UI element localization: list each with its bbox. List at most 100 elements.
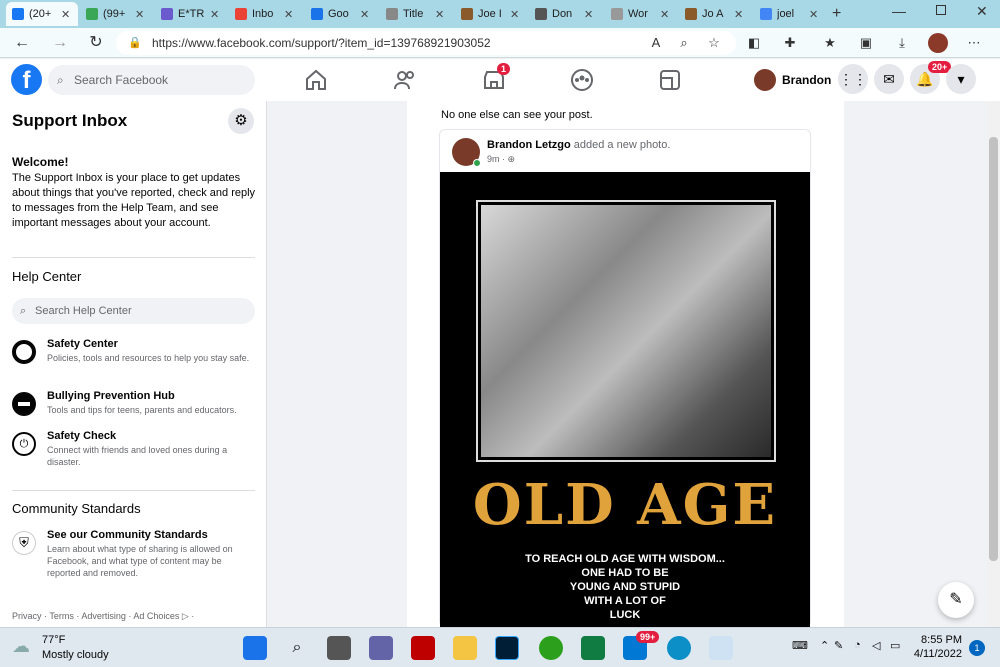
close-tab-icon[interactable]: ✕ — [135, 8, 144, 21]
refresh-icon[interactable]: ↻ — [86, 33, 106, 53]
close-tab-icon[interactable]: ✕ — [210, 8, 219, 21]
home-icon[interactable] — [304, 68, 328, 92]
tab-label: joel — [777, 8, 795, 20]
browser-tab[interactable]: Goo ✕ — [305, 2, 377, 26]
tab-favicon-icon — [461, 8, 473, 20]
chevron-up-icon[interactable]: ⌃ — [820, 639, 829, 652]
tab-favicon-icon — [685, 8, 697, 20]
browser-tab[interactable]: Wor ✕ — [605, 2, 677, 26]
browser-tab[interactable]: joel ✕ — [754, 2, 826, 26]
volume-icon[interactable]: ◁ — [872, 639, 880, 652]
profile-avatar[interactable] — [928, 33, 948, 53]
downloads-icon[interactable]: ⤓ — [894, 35, 910, 51]
forward-icon[interactable]: → — [50, 33, 70, 53]
close-tab-icon[interactable]: ✕ — [809, 8, 818, 21]
browser-tab[interactable]: (20+ ✕ — [6, 2, 78, 26]
weather-desc[interactable]: Mostly cloudy — [42, 649, 109, 661]
groups-icon[interactable] — [570, 68, 594, 92]
edge-icon[interactable] — [667, 636, 691, 660]
browser-tab[interactable]: Joe I ✕ — [455, 2, 527, 26]
favorite-icon[interactable]: ☆ — [706, 35, 722, 51]
sidebar-item-safety-check[interactable]: ⏻ Safety Check Connect with friends and … — [12, 430, 260, 470]
messenger-icon[interactable]: ✉ — [874, 64, 904, 94]
footer-links[interactable]: Privacy · Terms · Advertising · Ad Choic… — [12, 611, 194, 622]
clock-time[interactable]: 8:55 PM — [918, 634, 962, 646]
account-dropdown-icon[interactable]: ▾ — [946, 64, 976, 94]
excel-icon[interactable] — [581, 636, 605, 660]
close-tab-icon[interactable]: ✕ — [734, 8, 743, 21]
battery-icon[interactable]: ▭ — [890, 639, 900, 652]
restore-button[interactable] — [936, 5, 946, 15]
task-view-icon[interactable] — [327, 636, 351, 660]
gaming-icon[interactable] — [658, 68, 682, 92]
new-tab-button[interactable]: + — [832, 5, 841, 23]
scrollbar-thumb[interactable] — [989, 137, 998, 561]
page-scrollbar[interactable] — [987, 101, 1000, 627]
close-tab-icon[interactable]: ✕ — [510, 8, 519, 21]
wifi-icon[interactable]: ◔ — [854, 639, 861, 651]
pen-icon[interactable]: ✎ — [834, 639, 843, 652]
browser-tab[interactable]: Inbo ✕ — [229, 2, 301, 26]
browser-tab[interactable]: Title ✕ — [380, 2, 452, 26]
search-input[interactable]: ⌕ Search Facebook — [48, 65, 255, 95]
sidebar-item-community-standards[interactable]: ⛨ See our Community Standards Learn abou… — [12, 529, 260, 579]
back-icon[interactable]: ← — [12, 33, 32, 53]
quickbooks-icon[interactable] — [539, 636, 563, 660]
tab-favicon-icon — [311, 8, 323, 20]
photoshop-icon[interactable] — [495, 636, 519, 660]
close-tab-icon[interactable]: ✕ — [660, 8, 669, 21]
avatar — [754, 69, 776, 91]
sidebar-item-bullying-prevention[interactable]: Bullying Prevention Hub Tools and tips f… — [12, 390, 260, 424]
author-name[interactable]: Brandon Letzgo — [487, 139, 571, 151]
keyboard-tray-icon[interactable]: ⌨ — [792, 639, 808, 652]
file-explorer-icon[interactable] — [453, 636, 477, 660]
tab-favicon-icon — [760, 8, 772, 20]
photo-frame — [476, 200, 776, 462]
more-icon[interactable]: ⋯ — [966, 35, 982, 51]
teams-icon[interactable] — [369, 636, 393, 660]
close-tab-icon[interactable]: ✕ — [435, 8, 444, 21]
tab-favicon-icon — [235, 8, 247, 20]
close-tab-icon[interactable]: ✕ — [284, 8, 293, 21]
tab-favicon-icon — [611, 8, 623, 20]
close-tab-icon[interactable]: ✕ — [61, 8, 70, 21]
welcome-text: The Support Inbox is your place to get u… — [12, 172, 256, 229]
help-search-input[interactable]: ⌕ Search Help Center — [12, 298, 255, 324]
facebook-header: f ⌕ Search Facebook 1 Brandon ⋮⋮ ✉ 🔔 20+… — [0, 59, 1000, 101]
poster-caption: TO REACH OLD AGE WITH WISDOM... ONE HAD … — [525, 553, 725, 621]
close-window-button[interactable]: ✕ — [976, 3, 988, 20]
menu-grid-icon[interactable]: ⋮⋮ — [838, 64, 868, 94]
filezilla-icon[interactable] — [411, 636, 435, 660]
post-action: added a new photo. — [570, 139, 671, 151]
zoom-icon[interactable]: ⌕ — [676, 35, 692, 51]
weather-icon[interactable]: ☁ — [12, 636, 30, 657]
collections-icon[interactable]: ▣ — [858, 35, 874, 51]
weather-temp[interactable]: 77°F — [42, 634, 65, 646]
community-standards-heading: Community Standards — [12, 501, 141, 516]
settings-gear-icon[interactable]: ⚙ — [228, 108, 254, 134]
puzzle-icon[interactable]: ✚ — [782, 35, 798, 51]
clock-date[interactable]: 4/11/2022 — [912, 648, 962, 660]
start-icon[interactable] — [243, 636, 267, 660]
compose-button[interactable]: ✎ — [938, 582, 974, 618]
browser-tab[interactable]: (99+ ✕ — [80, 2, 152, 26]
profile-button[interactable]: Brandon — [754, 67, 831, 93]
post-photo[interactable]: OLD AGE TO REACH OLD AGE WITH WISDOM... … — [440, 172, 810, 630]
notification-count[interactable]: 1 — [969, 640, 985, 656]
tab-favicon-icon — [12, 8, 24, 20]
keyboard-icon[interactable] — [709, 636, 733, 660]
browser-tab[interactable]: E*TR ✕ — [155, 2, 227, 26]
url-field[interactable]: 🔒 https://www.facebook.com/support/?item… — [116, 31, 736, 55]
close-tab-icon[interactable]: ✕ — [360, 8, 369, 21]
search-icon[interactable]: ⌕ — [285, 636, 309, 660]
minimize-button[interactable]: — — [892, 3, 906, 19]
favorites-bar-icon[interactable]: ★ — [822, 35, 838, 51]
browser-tab[interactable]: Don ✕ — [529, 2, 601, 26]
read-aloud-icon[interactable]: A — [648, 35, 664, 51]
friends-icon[interactable] — [393, 68, 417, 92]
browser-tab[interactable]: Jo A ✕ — [679, 2, 751, 26]
close-tab-icon[interactable]: ✕ — [584, 8, 593, 21]
extension-icon[interactable]: ◧ — [746, 35, 762, 51]
facebook-logo[interactable]: f — [11, 64, 42, 95]
sidebar-item-safety-center[interactable]: Safety Center Policies, tools and resour… — [12, 338, 260, 378]
